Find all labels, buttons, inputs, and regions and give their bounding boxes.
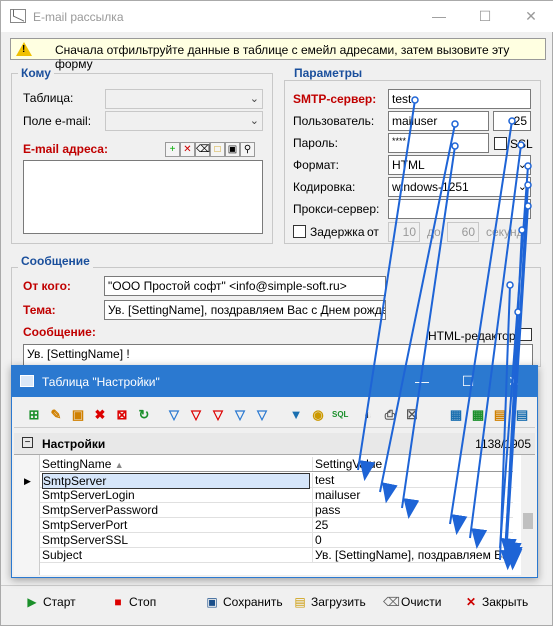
- annotation-arrows: [357, 96, 532, 571]
